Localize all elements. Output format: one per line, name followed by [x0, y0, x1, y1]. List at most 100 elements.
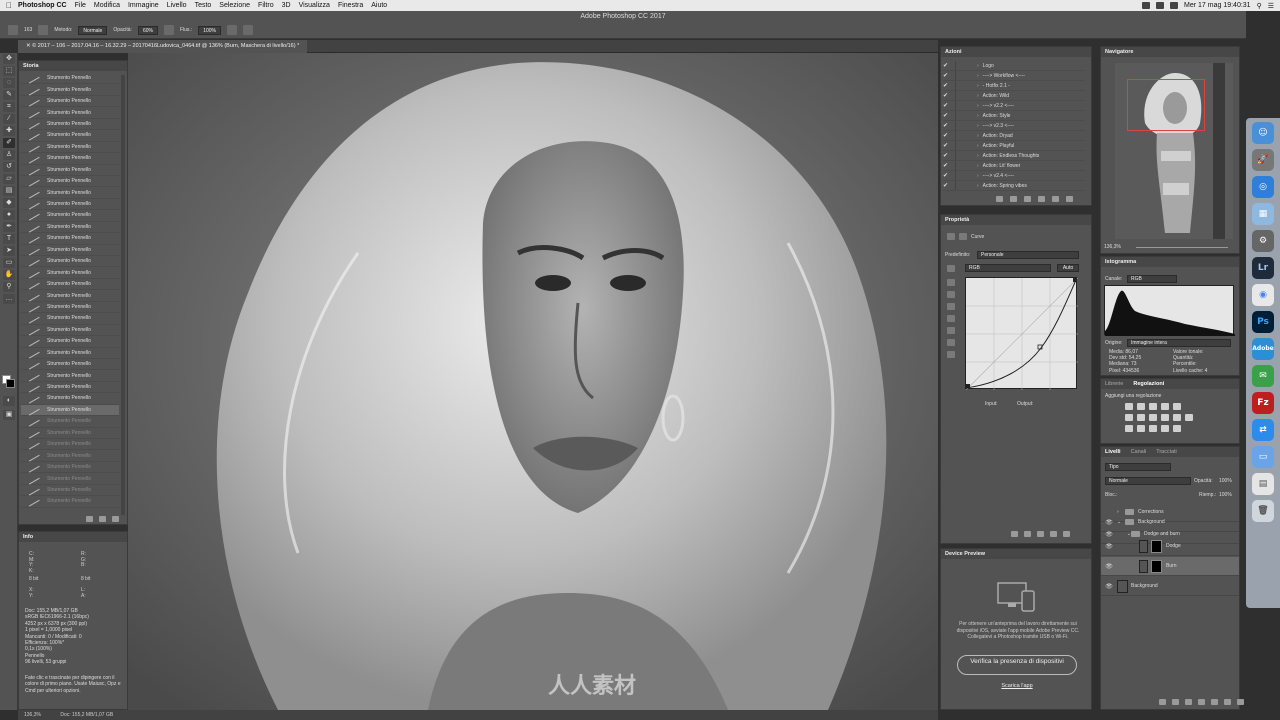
dialog-toggle-box[interactable]	[955, 101, 965, 110]
menu-modifica[interactable]: Modifica	[94, 2, 120, 9]
fill-value[interactable]: 100%	[1219, 492, 1232, 498]
new-adjustment-layer-icon[interactable]	[1198, 699, 1205, 705]
dialog-toggle-box[interactable]	[955, 181, 965, 190]
apple-menu-icon[interactable]: 	[0, 1, 18, 10]
action-item[interactable]: ✔ › ----> v2.2 <----	[943, 101, 1085, 111]
stop-recording-icon[interactable]	[996, 196, 1003, 202]
check-devices-button[interactable]: Verifica la presenza di dispositivi	[957, 655, 1077, 675]
navigator-thumbnail[interactable]	[1115, 63, 1233, 239]
finder-icon[interactable]: ☺	[1252, 122, 1274, 144]
dialog-toggle-box[interactable]	[955, 141, 965, 150]
visibility-eye-icon[interactable]: 👁	[1105, 543, 1113, 550]
photoshop-icon[interactable]: Ps	[1252, 311, 1274, 333]
hue-saturation-icon[interactable]	[1125, 414, 1133, 421]
document-tab[interactable]: ✕ © 2017 – 106 – 2017.04.16 – 16.32.29 –…	[18, 40, 308, 53]
action-toggle-check-icon[interactable]: ✔	[943, 182, 955, 189]
menu-selezione[interactable]: Selezione	[219, 2, 250, 9]
curve-edit-points-icon[interactable]	[947, 315, 955, 322]
black-point-eyedropper-icon[interactable]	[947, 279, 955, 286]
launchpad-icon[interactable]: 🚀	[1252, 149, 1274, 171]
expand-chevron-icon[interactable]: ›	[977, 83, 979, 89]
snapshot-icon[interactable]	[99, 516, 106, 522]
zoom-tool-icon[interactable]: ⚲	[3, 282, 15, 292]
history-item[interactable]: Strumento Pennello	[21, 404, 119, 417]
layer-row-background[interactable]: 👁 Background	[1101, 577, 1239, 596]
tab-libraries[interactable]: Librerie	[1105, 379, 1123, 389]
history-item[interactable]: Strumento Pennello	[21, 221, 119, 234]
visibility-eye-icon[interactable]: 👁	[1105, 583, 1113, 590]
vibrance-icon[interactable]	[1173, 403, 1181, 410]
posterize-icon[interactable]	[1137, 425, 1145, 432]
action-toggle-check-icon[interactable]: ✔	[943, 62, 955, 69]
layer-mask-thumbnail[interactable]	[1151, 559, 1162, 573]
navigator-zoom-value[interactable]: 136,3%	[1104, 244, 1121, 250]
history-item[interactable]: Strumento Pennello	[21, 255, 119, 268]
quick-select-tool-icon[interactable]: ✎	[3, 90, 15, 100]
background-color-swatch[interactable]	[6, 379, 15, 388]
record-icon[interactable]	[1010, 196, 1017, 202]
history-item[interactable]: Strumento Pennello	[21, 278, 119, 291]
tab-adjustments[interactable]: Regolazioni	[1133, 379, 1164, 389]
dialog-toggle-box[interactable]	[955, 111, 965, 120]
history-scrollbar[interactable]	[121, 75, 125, 515]
wifi-icon[interactable]	[1142, 2, 1151, 9]
eyedropper-tool-icon[interactable]: ⁄	[3, 114, 15, 124]
link-layers-icon[interactable]	[1159, 699, 1166, 705]
clone-stamp-tool-icon[interactable]: ♙	[3, 150, 15, 160]
delete-layer-icon[interactable]	[1237, 699, 1244, 705]
history-item[interactable]: Strumento Pennello	[21, 175, 119, 188]
dialog-toggle-box[interactable]	[955, 61, 965, 70]
brush-size-value[interactable]: 163	[24, 27, 32, 33]
histogram-source-select[interactable]: Immagine intera	[1127, 339, 1231, 347]
history-item[interactable]: Strumento Pennello	[21, 461, 119, 474]
exposure-icon[interactable]	[1161, 403, 1169, 410]
marquee-tool-icon[interactable]: ⬚	[3, 66, 15, 76]
menu-aiuto[interactable]: Aiuto	[371, 2, 387, 9]
action-toggle-check-icon[interactable]: ✔	[943, 162, 955, 169]
type-tool-icon[interactable]: T	[3, 234, 15, 244]
lightroom-icon[interactable]: Lr	[1252, 257, 1274, 279]
history-item[interactable]: Strumento Pennello	[21, 164, 119, 176]
clipping-warning-icon[interactable]	[947, 351, 955, 358]
flow-field[interactable]: 100%	[198, 25, 221, 35]
channel-mixer-icon[interactable]	[1173, 414, 1181, 421]
menu-visualizza[interactable]: Visualizza	[299, 2, 330, 9]
history-item[interactable]: Strumento Pennello	[21, 84, 119, 96]
safari-icon[interactable]: ◎	[1252, 176, 1274, 198]
document-canvas[interactable]: 人人素材	[128, 53, 938, 710]
history-item[interactable]: Strumento Pennello	[21, 324, 119, 337]
path-select-tool-icon[interactable]: ➤	[3, 246, 15, 256]
action-item[interactable]: ✔ › ----> v2.4 <----	[943, 171, 1085, 181]
preview-icon[interactable]: ▦	[1252, 203, 1274, 225]
new-group-icon[interactable]	[1211, 699, 1218, 705]
expand-chevron-icon[interactable]: ›	[977, 73, 979, 79]
menu-filtro[interactable]: Filtro	[258, 2, 274, 9]
photo-filter-icon[interactable]	[1161, 414, 1169, 421]
curves-graph[interactable]	[965, 277, 1079, 391]
action-toggle-check-icon[interactable]: ✔	[943, 142, 955, 149]
dialog-toggle-box[interactable]	[955, 161, 965, 170]
menu-app-name[interactable]: Photoshop CC	[18, 2, 67, 9]
system-preferences-icon[interactable]: ⚙	[1252, 230, 1274, 252]
dialog-toggle-box[interactable]	[955, 121, 965, 130]
channel-select[interactable]: RGB	[965, 264, 1051, 272]
filezilla-icon[interactable]: Fz	[1252, 392, 1274, 414]
history-item[interactable]: Strumento Pennello	[21, 244, 119, 256]
tab-paths[interactable]: Tracciati	[1156, 447, 1177, 457]
reset-adjustment-icon[interactable]	[1037, 531, 1044, 537]
action-toggle-check-icon[interactable]: ✔	[943, 122, 955, 129]
dialog-toggle-box[interactable]	[955, 91, 965, 100]
menubar-clock[interactable]: Mer 17 mag 19:40:31	[1184, 2, 1251, 9]
expand-chevron-icon[interactable]: ›	[977, 113, 979, 119]
document-icon[interactable]: ▤	[1252, 473, 1274, 495]
preset-select[interactable]: Personale	[977, 251, 1079, 259]
pencil-curve-icon[interactable]	[947, 327, 955, 334]
expand-chevron-icon[interactable]: ›	[977, 183, 979, 189]
threshold-icon[interactable]	[1149, 425, 1157, 432]
opacity-field[interactable]: 60%	[137, 25, 158, 35]
action-item[interactable]: ✔ › Action: Style	[943, 111, 1085, 121]
menu-immagine[interactable]: Immagine	[128, 2, 159, 9]
layer-filter-select[interactable]: Tipo	[1105, 463, 1171, 471]
new-document-from-state-icon[interactable]	[86, 516, 93, 522]
history-item[interactable]: Strumento Pennello	[21, 347, 119, 359]
